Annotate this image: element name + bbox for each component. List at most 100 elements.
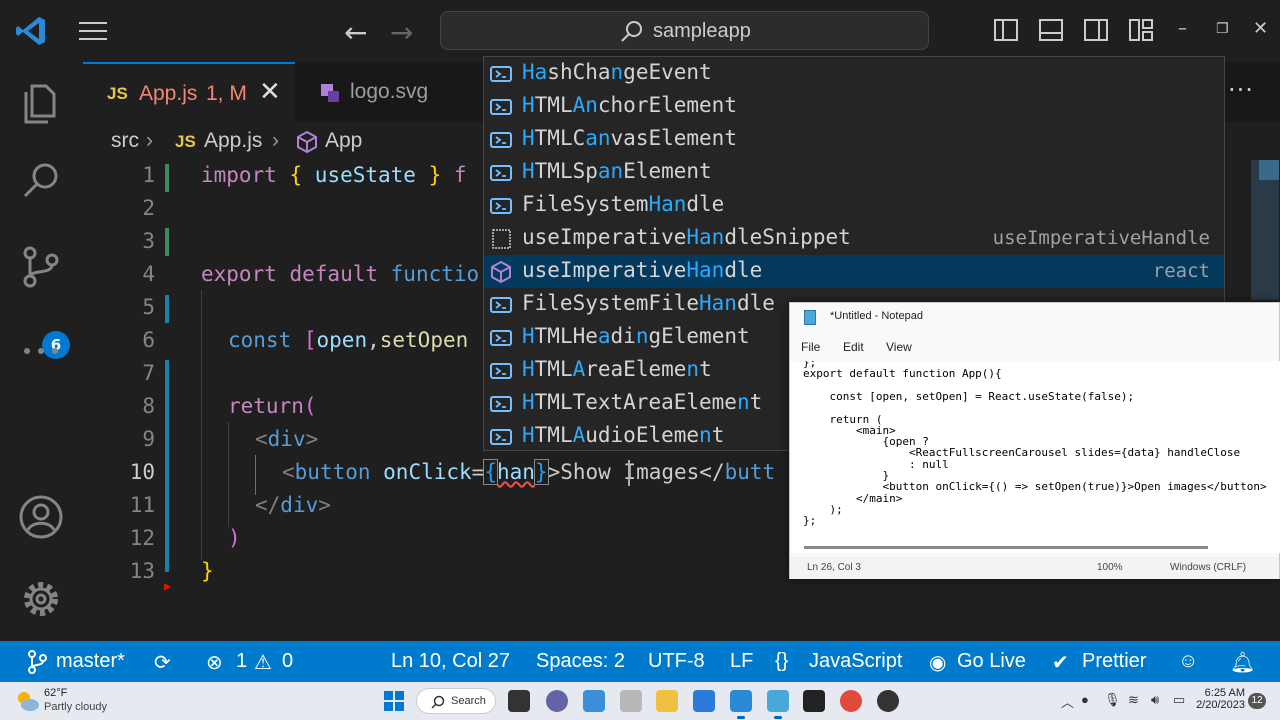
tab-logo-svg[interactable]: logo.svg <box>305 62 485 122</box>
vscode-taskbar-icon[interactable] <box>730 690 752 712</box>
breadcrumb: src › JS App.js › App <box>83 122 483 160</box>
git-modified-marker <box>165 164 169 192</box>
language-mode[interactable]: JavaScript <box>809 650 902 673</box>
clock[interactable]: 6:25 AM 2/20/2023 <box>1195 687 1245 711</box>
minimize-icon[interactable]: – <box>1178 18 1187 39</box>
javascript-file-icon: JS <box>107 84 128 103</box>
suggestion-item[interactable]: HTMLCanvasElement <box>484 123 1224 156</box>
weather-icon[interactable] <box>14 688 40 714</box>
close-window-icon[interactable]: ✕ <box>1253 18 1268 39</box>
menu-file[interactable]: File <box>801 340 820 354</box>
method-icon <box>491 261 511 283</box>
notepad-taskbar-icon[interactable] <box>767 690 789 712</box>
hamburger-menu-icon[interactable] <box>78 18 108 44</box>
suggestion-item[interactable]: useImperativeHandleSnippet useImperativeH… <box>484 222 1224 255</box>
variable-icon <box>490 99 512 115</box>
code-token: = <box>471 460 485 484</box>
notification-count[interactable]: 12 <box>1248 693 1266 709</box>
notepad-line: export default function App(){ <box>803 367 1002 381</box>
menu-edit[interactable]: Edit <box>843 340 864 354</box>
windows-start-icon[interactable] <box>384 691 404 711</box>
store-icon[interactable] <box>693 690 715 712</box>
breadcrumb-file[interactable]: App.js <box>204 129 262 153</box>
code-token: useState <box>314 163 416 187</box>
more-views-icon[interactable] <box>18 328 64 374</box>
task-view-icon[interactable] <box>508 690 530 712</box>
suggestion-item[interactable]: FileSystemHandle <box>484 189 1224 222</box>
suggestion-label: HTMLCanvasElement <box>522 126 737 150</box>
code-token: return <box>228 394 304 418</box>
chat-icon[interactable] <box>546 690 568 712</box>
volume-icon[interactable]: 🔊︎ <box>1151 692 1159 708</box>
encoding[interactable]: UTF-8 <box>648 650 705 673</box>
sync-icon[interactable]: ⟳ <box>154 650 171 675</box>
suggestion-item[interactable]: HTMLAnchorElement <box>484 90 1224 123</box>
restore-icon[interactable]: ❐ <box>1216 21 1229 37</box>
prettier-button[interactable]: Prettier <box>1082 650 1146 673</box>
code-line-8: return( <box>228 394 317 418</box>
breadcrumb-folder[interactable]: src <box>111 129 139 153</box>
explorer-icon[interactable] <box>18 78 64 124</box>
zoom-level: 100% <box>1097 562 1123 573</box>
accounts-icon[interactable] <box>18 494 64 540</box>
notepad-window[interactable]: *Untitled - Notepad File Edit View }; exp… <box>789 302 1280 579</box>
command-center-search[interactable]: sampleapp <box>440 11 929 50</box>
tab-app-js[interactable]: JS App.js 1, M ✕ <box>83 62 295 122</box>
suggestion-label: HashChangeEvent <box>522 60 712 84</box>
chevron-up-icon[interactable]: ︿ <box>1061 692 1074 711</box>
warning-count[interactable]: 0 <box>282 650 293 673</box>
microphone-icon[interactable]: 🎙︎ <box>1104 692 1121 708</box>
notepad-line: }; <box>803 514 817 528</box>
search-icon[interactable] <box>18 158 64 204</box>
indent-guide <box>201 290 202 560</box>
windows-taskbar: 62°F Partly cloudy Search ︿ ● � <box>0 682 1280 720</box>
code-token: div <box>267 427 306 451</box>
toggle-secondary-sidebar-icon[interactable] <box>1083 17 1109 43</box>
minimap-slider[interactable] <box>1251 160 1279 300</box>
symbol-method-icon <box>297 130 317 154</box>
menu-view[interactable]: View <box>886 340 912 354</box>
terminal-icon[interactable] <box>803 690 825 712</box>
suggestion-item[interactable]: HTMLSpanElement <box>484 156 1224 189</box>
code-token: } <box>415 163 454 187</box>
tray-app-icon[interactable]: ● <box>1081 692 1089 707</box>
gear-icon[interactable] <box>18 576 64 622</box>
snipping-tool-icon[interactable] <box>620 690 642 712</box>
feedback-icon[interactable]: ☺ <box>1178 650 1198 673</box>
customize-layout-icon[interactable] <box>1128 17 1154 43</box>
svg-file-icon <box>321 84 339 102</box>
search-icon <box>621 21 642 42</box>
git-branch[interactable]: master* <box>56 650 125 673</box>
toggle-primary-sidebar-icon[interactable] <box>993 17 1019 43</box>
code-token: export <box>201 262 277 286</box>
file-explorer-icon[interactable] <box>656 690 678 712</box>
obs-icon[interactable] <box>877 690 899 712</box>
chrome-icon[interactable] <box>840 690 862 712</box>
code-token: han <box>496 460 535 484</box>
more-actions-icon[interactable]: ··· <box>1228 76 1254 104</box>
bell-icon[interactable]: 🔔︎ <box>1230 650 1255 675</box>
end-of-line[interactable]: LF <box>730 650 753 673</box>
toggle-panel-icon[interactable] <box>1038 17 1064 43</box>
error-count[interactable]: 1 <box>236 650 247 673</box>
close-tab-icon[interactable]: ✕ <box>259 77 281 107</box>
indentation[interactable]: Spaces: 2 <box>536 650 625 673</box>
battery-icon[interactable]: ▭ <box>1173 692 1185 708</box>
notepad-text-area[interactable]: }; export default function App(){ const [… <box>791 361 1280 553</box>
cursor-position[interactable]: Ln 10, Col 27 <box>391 650 510 673</box>
source-control-icon[interactable] <box>18 244 64 290</box>
taskbar-search[interactable]: Search <box>416 688 496 714</box>
paint-icon[interactable] <box>583 690 605 712</box>
go-live-button[interactable]: Go Live <box>957 650 1026 673</box>
back-arrow-icon[interactable]: ← <box>344 16 367 49</box>
breadcrumb-symbol[interactable]: App <box>325 129 362 153</box>
code-token: } <box>201 559 214 583</box>
suggestion-item[interactable]: HashChangeEvent <box>484 57 1224 90</box>
line-number: 12 <box>129 526 155 550</box>
wifi-icon[interactable]: ≋ <box>1128 692 1139 708</box>
code-token: f <box>453 163 467 187</box>
suggestion-item[interactable]: useImperativeHandle react <box>484 255 1224 288</box>
horizontal-scrollbar[interactable] <box>804 546 1208 549</box>
snippet-icon <box>492 229 511 249</box>
forward-arrow-icon[interactable]: → <box>390 16 413 49</box>
